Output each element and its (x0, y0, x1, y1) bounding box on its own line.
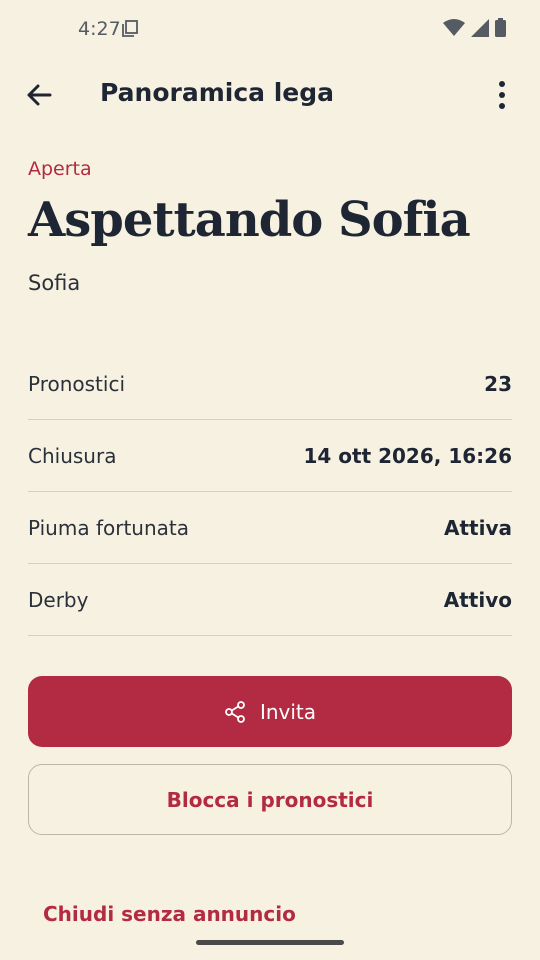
signal-icon (471, 18, 489, 37)
league-subtitle: Sofia (28, 271, 81, 295)
more-vertical-icon[interactable] (496, 80, 508, 110)
battery-icon (495, 18, 506, 37)
invite-button-label: Invita (259, 699, 317, 724)
detail-label: Piuma fortunata (28, 515, 189, 540)
share-icon (225, 700, 245, 723)
status-bar: 4:27 (0, 0, 540, 58)
detail-label: Chiusura (28, 443, 117, 468)
detail-row-derby: Derby Attivo (28, 564, 512, 636)
lock-button-label: Blocca i pronostici (166, 787, 374, 812)
league-title: Aspettando Sofia (28, 192, 471, 248)
sim-card-icon (122, 20, 138, 37)
page-title: Panoramica lega (100, 78, 334, 107)
status-time: 4:27 (78, 18, 121, 40)
detail-label: Derby (28, 587, 89, 612)
home-indicator[interactable] (196, 940, 344, 945)
lock-predictions-button[interactable]: Blocca i pronostici (28, 764, 512, 835)
detail-value: Attivo (443, 587, 512, 612)
details-list: Pronostici 23 Chiusura 14 ott 2026, 16:2… (28, 348, 512, 636)
detail-label: Pronostici (28, 371, 126, 396)
arrow-left-icon[interactable] (22, 78, 56, 112)
invite-button[interactable]: Invita (28, 676, 512, 747)
detail-value: 14 ott 2026, 16:26 (303, 443, 512, 468)
detail-value: 23 (484, 371, 512, 396)
detail-row-pronostici: Pronostici 23 (28, 348, 512, 420)
wifi-icon (443, 18, 465, 36)
close-without-announcement-link[interactable]: Chiudi senza annuncio (43, 902, 296, 926)
league-status: Aperta (28, 158, 92, 180)
detail-row-piuma-fortunata: Piuma fortunata Attiva (28, 492, 512, 564)
detail-value: Attiva (444, 515, 512, 540)
detail-row-chiusura: Chiusura 14 ott 2026, 16:26 (28, 420, 512, 492)
app-bar: Panoramica lega (0, 58, 540, 134)
